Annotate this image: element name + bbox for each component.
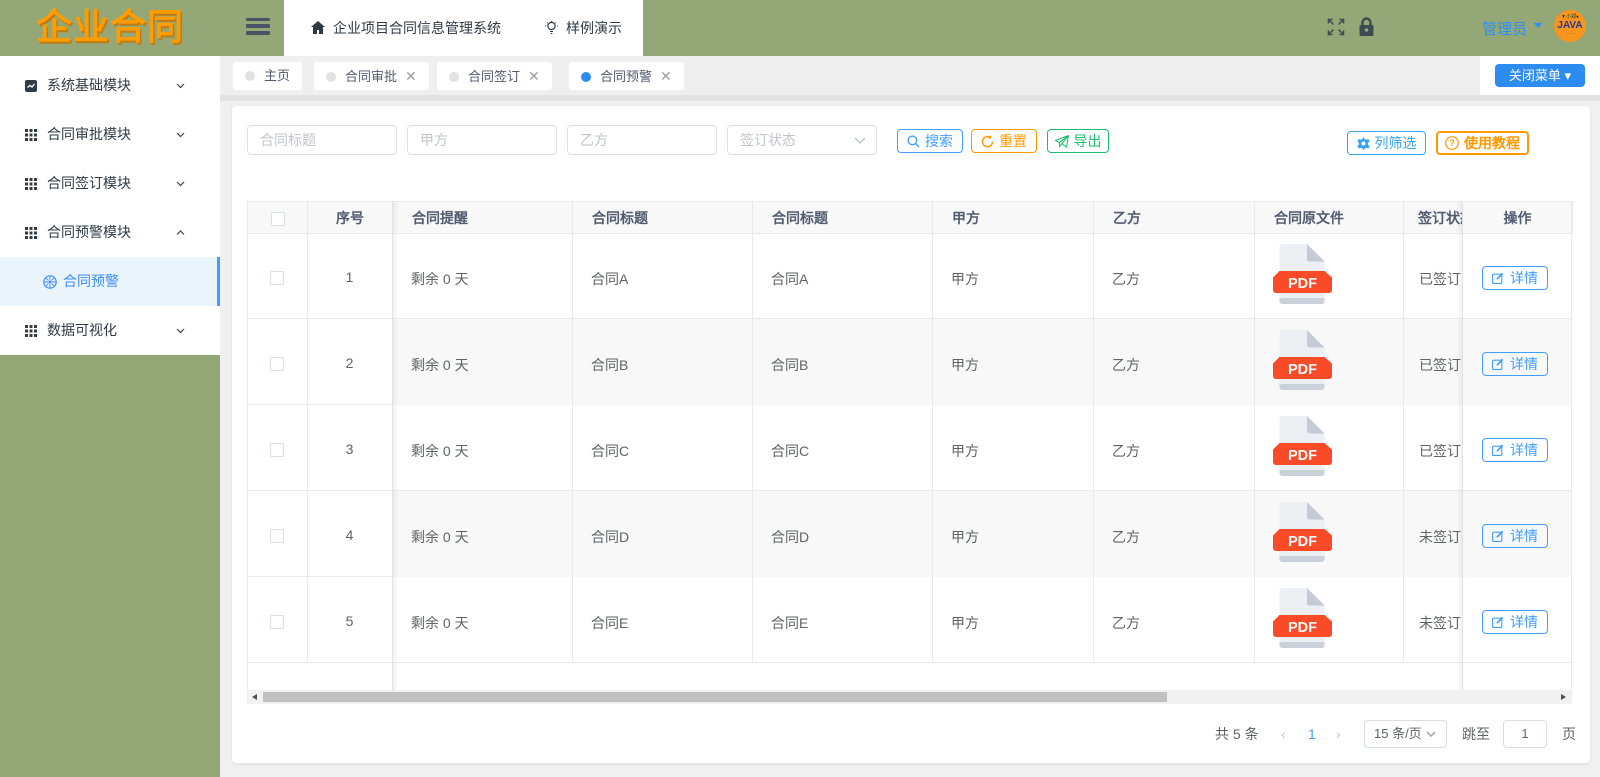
svg-text:PDF: PDF <box>1288 276 1317 292</box>
svg-text:PDF: PDF <box>1288 362 1317 378</box>
svg-text:PDF: PDF <box>1288 448 1317 464</box>
svg-text:PDF: PDF <box>1288 620 1317 636</box>
svg-text:?: ? <box>1449 138 1455 148</box>
svg-text:PDF: PDF <box>1288 534 1317 550</box>
